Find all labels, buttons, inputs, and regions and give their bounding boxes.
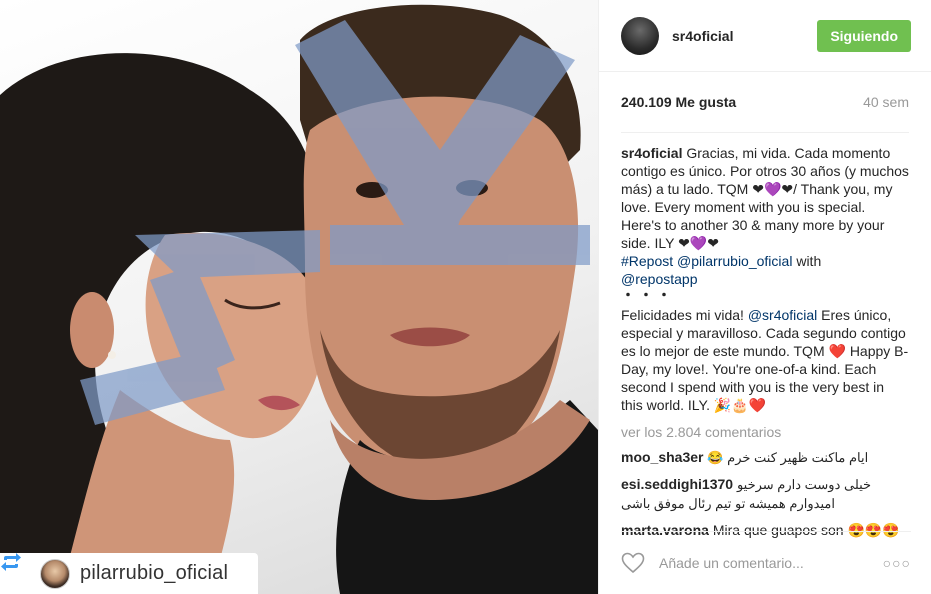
repost-badge: pilarrubio_oficial: [0, 553, 258, 594]
comment-input[interactable]: [657, 554, 883, 572]
comment-text: ايام ماكنت ظهير كنت خرم 😂: [707, 450, 869, 465]
post-age[interactable]: 40 sem: [863, 94, 909, 110]
caption-with-text: with: [792, 253, 822, 269]
comment-username[interactable]: moo_sha3er: [621, 449, 703, 465]
instagram-post-modal: pilarrubio_oficial sr4oficial Siguiendo …: [0, 0, 931, 594]
comment-item: moo_sha3er ايام ماكنت ظهير كنت خرم 😂: [621, 448, 909, 467]
repost-hashtag[interactable]: #Repost: [621, 253, 673, 269]
post-meta: 240.109 Me gusta 40 sem: [621, 72, 909, 133]
sr4oficial-mention[interactable]: @sr4oficial: [748, 307, 817, 323]
post-photo[interactable]: pilarrubio_oficial: [0, 0, 598, 594]
more-options-icon[interactable]: ○○○: [883, 555, 911, 571]
avatar[interactable]: [621, 16, 659, 55]
repost-icon: [1, 553, 30, 585]
likes-count[interactable]: 240.109 Me gusta: [621, 94, 736, 110]
add-comment-bar: ○○○: [621, 531, 911, 594]
repostapp-mention[interactable]: @repostapp: [621, 271, 697, 287]
post-header: sr4oficial Siguiendo: [599, 0, 931, 72]
caption-username[interactable]: sr4oficial: [621, 145, 682, 161]
repost-username: pilarrubio_oficial: [80, 562, 229, 584]
comment-username[interactable]: esi.seddighi1370: [621, 476, 733, 492]
following-button[interactable]: Siguiendo: [817, 19, 911, 52]
heart-icon[interactable]: [621, 552, 645, 574]
caption-dots: ・・・: [621, 287, 675, 303]
view-all-comments-link[interactable]: ver los 2.804 comentarios: [621, 423, 909, 441]
post-side-panel: sr4oficial Siguiendo 240.109 Me gusta 40…: [598, 0, 931, 594]
comments-list: sr4oficial Gracias, mi vida. Cada moment…: [599, 133, 931, 539]
comment-item: esi.seddighi1370 خیلی دوست دارم سرخیو ام…: [621, 475, 909, 513]
caption: sr4oficial Gracias, mi vida. Cada moment…: [621, 144, 909, 288]
caption-body: Felicidades mi vida! @sr4oficial Eres ún…: [621, 306, 909, 414]
pilarrubio-mention[interactable]: @pilarrubio_oficial: [677, 253, 792, 269]
repost-avatar: [40, 558, 70, 589]
caption-body-text-1: Felicidades mi vida!: [621, 307, 748, 323]
couple-portrait-illustration: [0, 4, 598, 594]
post-author-username[interactable]: sr4oficial: [672, 28, 817, 44]
